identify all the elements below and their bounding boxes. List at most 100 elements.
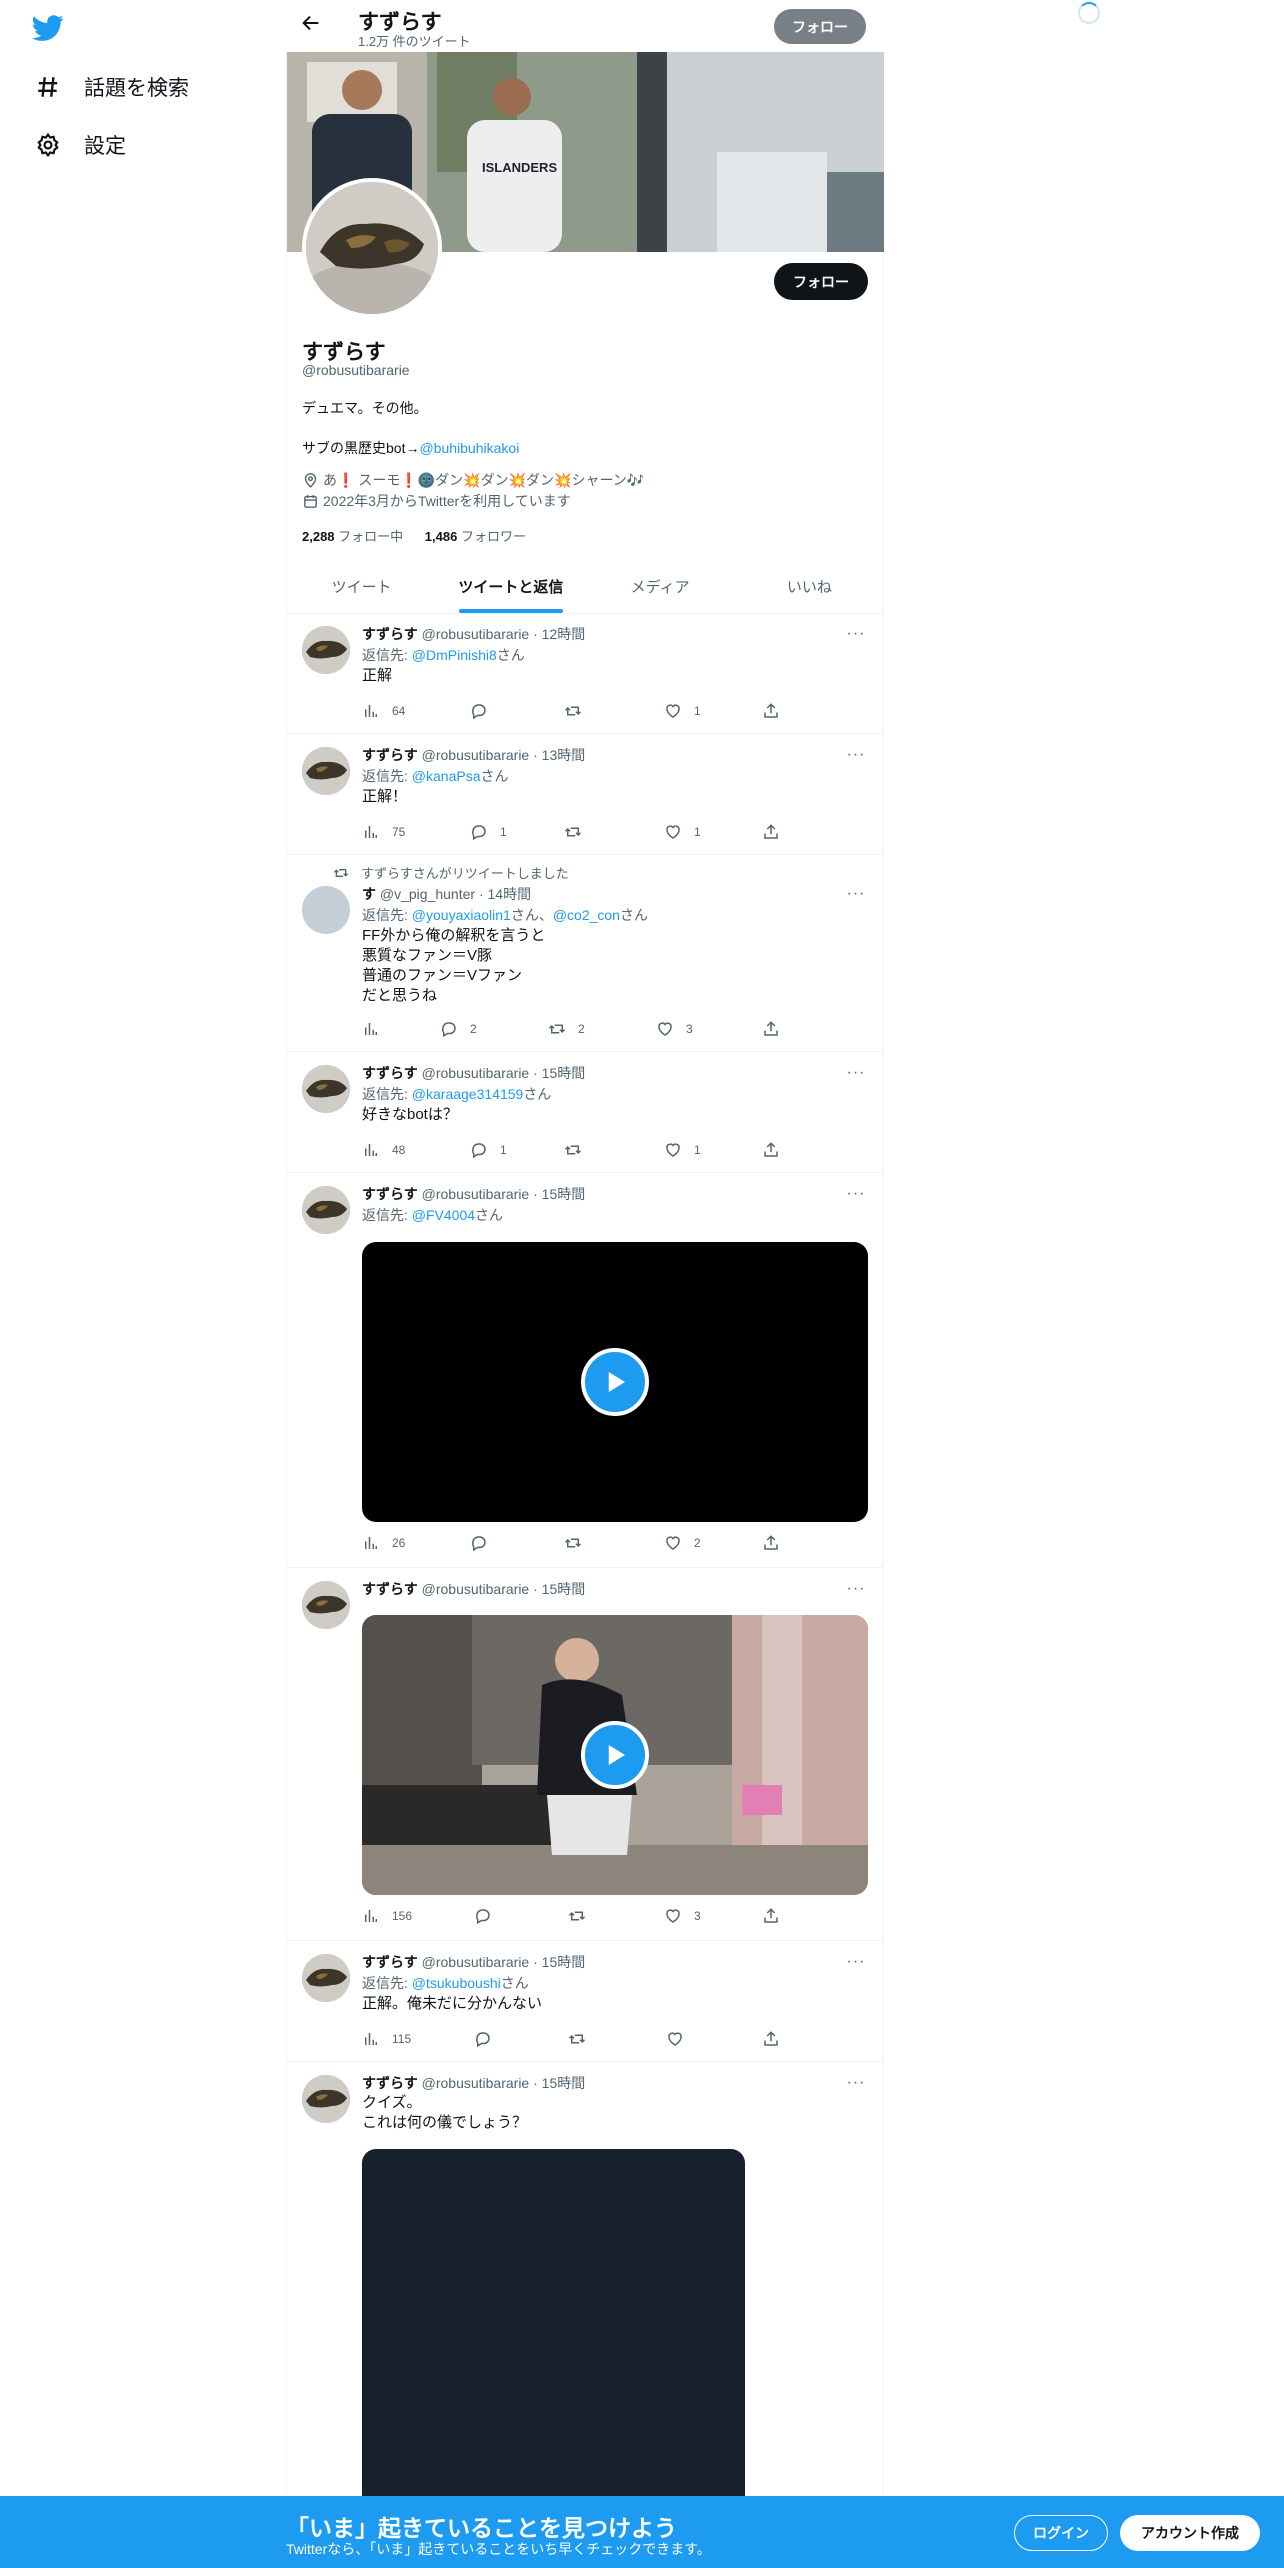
- like-button[interactable]: [666, 2030, 696, 2048]
- tab-likes[interactable]: いいね: [735, 560, 884, 613]
- reply-button[interactable]: 1: [470, 823, 507, 841]
- share-button[interactable]: [762, 1141, 780, 1159]
- tweet-author-name[interactable]: すずらす: [362, 1186, 418, 1202]
- header-follow-button[interactable]: フォロー: [774, 9, 866, 44]
- reply-mention-link[interactable]: @youyaxiaolin1: [412, 907, 511, 923]
- reply-mention-link[interactable]: @kanaPsa: [412, 768, 481, 784]
- profile-avatar[interactable]: [302, 178, 442, 318]
- views-button[interactable]: 115: [362, 2030, 411, 2048]
- heart-icon: [666, 1909, 680, 1923]
- tweet-item[interactable]: ··· すずらす @robusutibararie · 15時間 クイズ。 これ…: [287, 2063, 884, 2509]
- tab-tweets[interactable]: ツイート: [287, 560, 436, 613]
- tweet-avatar[interactable]: [302, 747, 350, 795]
- tweet-item[interactable]: ··· すずらす @robusutibararie · 15時間 156 3: [287, 1569, 884, 1941]
- tweet-avatar[interactable]: [302, 626, 350, 674]
- share-button[interactable]: [762, 823, 780, 841]
- reply-context: 返信先: @karaage314159さん: [362, 1086, 552, 1102]
- tweet-avatar[interactable]: [302, 1581, 350, 1629]
- share-icon: [764, 1021, 778, 1036]
- reply-mention-link[interactable]: @DmPinishi8: [412, 647, 497, 663]
- retweet-button[interactable]: [564, 1534, 594, 1552]
- tweet-avatar[interactable]: [302, 1954, 350, 2002]
- tweet-item[interactable]: ··· すずらす @robusutibararie · 15時間 返信先: @k…: [287, 1053, 884, 1173]
- views-button[interactable]: [362, 1020, 392, 1038]
- share-icon: [764, 2031, 778, 2046]
- share-button[interactable]: [762, 1534, 780, 1552]
- signup-prompt-title: 「いま」起きていることを見つけよう: [286, 2515, 677, 2541]
- tweet-video[interactable]: [362, 1242, 868, 1522]
- like-button[interactable]: 3: [664, 1907, 701, 1925]
- views-button[interactable]: 75: [362, 823, 405, 841]
- like-button[interactable]: 2: [664, 1534, 701, 1552]
- reply-mention-link[interactable]: @karaage314159: [412, 1086, 524, 1102]
- like-button[interactable]: 1: [664, 702, 701, 720]
- tweet-meta: @robusutibararie · 15時間: [421, 1954, 586, 1970]
- views-button[interactable]: 156: [362, 1907, 412, 1925]
- share-button[interactable]: [762, 2030, 780, 2048]
- retweet-button[interactable]: [568, 2030, 598, 2048]
- views-button[interactable]: 64: [362, 702, 405, 720]
- reply-button[interactable]: [474, 1907, 504, 1925]
- reply-mention-link[interactable]: @co2_con: [553, 907, 620, 923]
- login-button[interactable]: ログイン: [1014, 2515, 1108, 2551]
- following-link[interactable]: 2,288 フォロー中: [302, 529, 403, 544]
- tweet-item[interactable]: ··· すずらす @robusutibararie · 12時間 返信先: @D…: [287, 614, 884, 734]
- tweet-author-name[interactable]: すずらす: [362, 1581, 418, 1597]
- tweet-avatar[interactable]: [302, 1186, 350, 1234]
- reply-button[interactable]: 2: [440, 1020, 477, 1038]
- retweet-button[interactable]: [564, 702, 594, 720]
- bio-text: サブの黒歴史bot→: [302, 440, 420, 456]
- tweet-item[interactable]: ··· すずらす @robusutibararie · 15時間 返信先: @t…: [287, 1942, 884, 2062]
- reply-button[interactable]: [470, 702, 500, 720]
- like-button[interactable]: 1: [664, 1141, 701, 1159]
- tweet-avatar[interactable]: [302, 886, 350, 934]
- tweet-avatar[interactable]: [302, 2075, 350, 2123]
- twitter-logo-icon[interactable]: [32, 12, 64, 44]
- tweet-author-name[interactable]: すずらす: [362, 1065, 418, 1081]
- tweet-video[interactable]: [362, 1615, 868, 1895]
- heart-icon: [666, 704, 680, 718]
- tweet-item[interactable]: すずらすさんがリツイートしました ··· す @v_pig_hunter · 1…: [287, 856, 884, 1052]
- share-button[interactable]: [762, 1020, 780, 1038]
- like-button[interactable]: 1: [664, 823, 701, 841]
- reply-mention-link[interactable]: @FV4004: [412, 1207, 475, 1223]
- reply-button[interactable]: [470, 1534, 500, 1552]
- retweet-button[interactable]: 2: [548, 1020, 585, 1038]
- tweet-author-name[interactable]: すずらす: [362, 2075, 418, 2091]
- like-button[interactable]: 3: [656, 1020, 693, 1038]
- share-button[interactable]: [762, 1907, 780, 1925]
- retweet-button[interactable]: [568, 1907, 598, 1925]
- bio-mention-link[interactable]: @buhibuhikakoi: [419, 440, 519, 456]
- signup-button[interactable]: アカウント作成: [1120, 2515, 1260, 2551]
- loading-spinner-icon: [1078, 2, 1100, 24]
- tweet-avatar[interactable]: [302, 1065, 350, 1113]
- nav-settings[interactable]: 設定: [34, 125, 126, 165]
- reply-button[interactable]: 1: [470, 1141, 507, 1159]
- play-icon[interactable]: [581, 1721, 649, 1789]
- tab-media[interactable]: メディア: [586, 560, 735, 613]
- profile-joined-text: 2022年3月からTwitterを利用しています: [323, 493, 571, 509]
- tweet-author-name[interactable]: すずらす: [362, 626, 418, 642]
- tweet-author-name[interactable]: すずらす: [362, 747, 418, 763]
- tweet-author-name[interactable]: すずらす: [362, 1954, 418, 1970]
- tweet-image[interactable]: [362, 2149, 745, 2509]
- share-icon: [764, 824, 778, 839]
- views-button[interactable]: 48: [362, 1141, 405, 1159]
- share-button[interactable]: [762, 702, 780, 720]
- tweet-item[interactable]: ··· すずらす @robusutibararie · 15時間 返信先: @F…: [287, 1174, 884, 1568]
- followers-link[interactable]: 1,486 フォロワー: [425, 529, 526, 544]
- reply-mention-link[interactable]: @tsukuboushi: [412, 1975, 501, 1991]
- profile-follow-button[interactable]: フォロー: [774, 263, 868, 300]
- profile-joined: 2022年3月からTwitterを利用しています: [302, 491, 571, 511]
- svg-text:ISLANDERS: ISLANDERS: [482, 160, 557, 175]
- tweet-author-name[interactable]: す: [362, 886, 376, 902]
- retweet-button[interactable]: [564, 823, 594, 841]
- reply-button[interactable]: [474, 2030, 504, 2048]
- retweet-button[interactable]: [564, 1141, 594, 1159]
- play-icon[interactable]: [581, 1348, 649, 1416]
- views-button[interactable]: 26: [362, 1534, 405, 1552]
- back-arrow-icon[interactable]: [300, 12, 326, 38]
- tab-tweets-replies[interactable]: ツイートと返信: [436, 560, 585, 613]
- nav-explore[interactable]: 話題を検索: [34, 67, 189, 107]
- tweet-item[interactable]: ··· すずらす @robusutibararie · 13時間 返信先: @k…: [287, 735, 884, 855]
